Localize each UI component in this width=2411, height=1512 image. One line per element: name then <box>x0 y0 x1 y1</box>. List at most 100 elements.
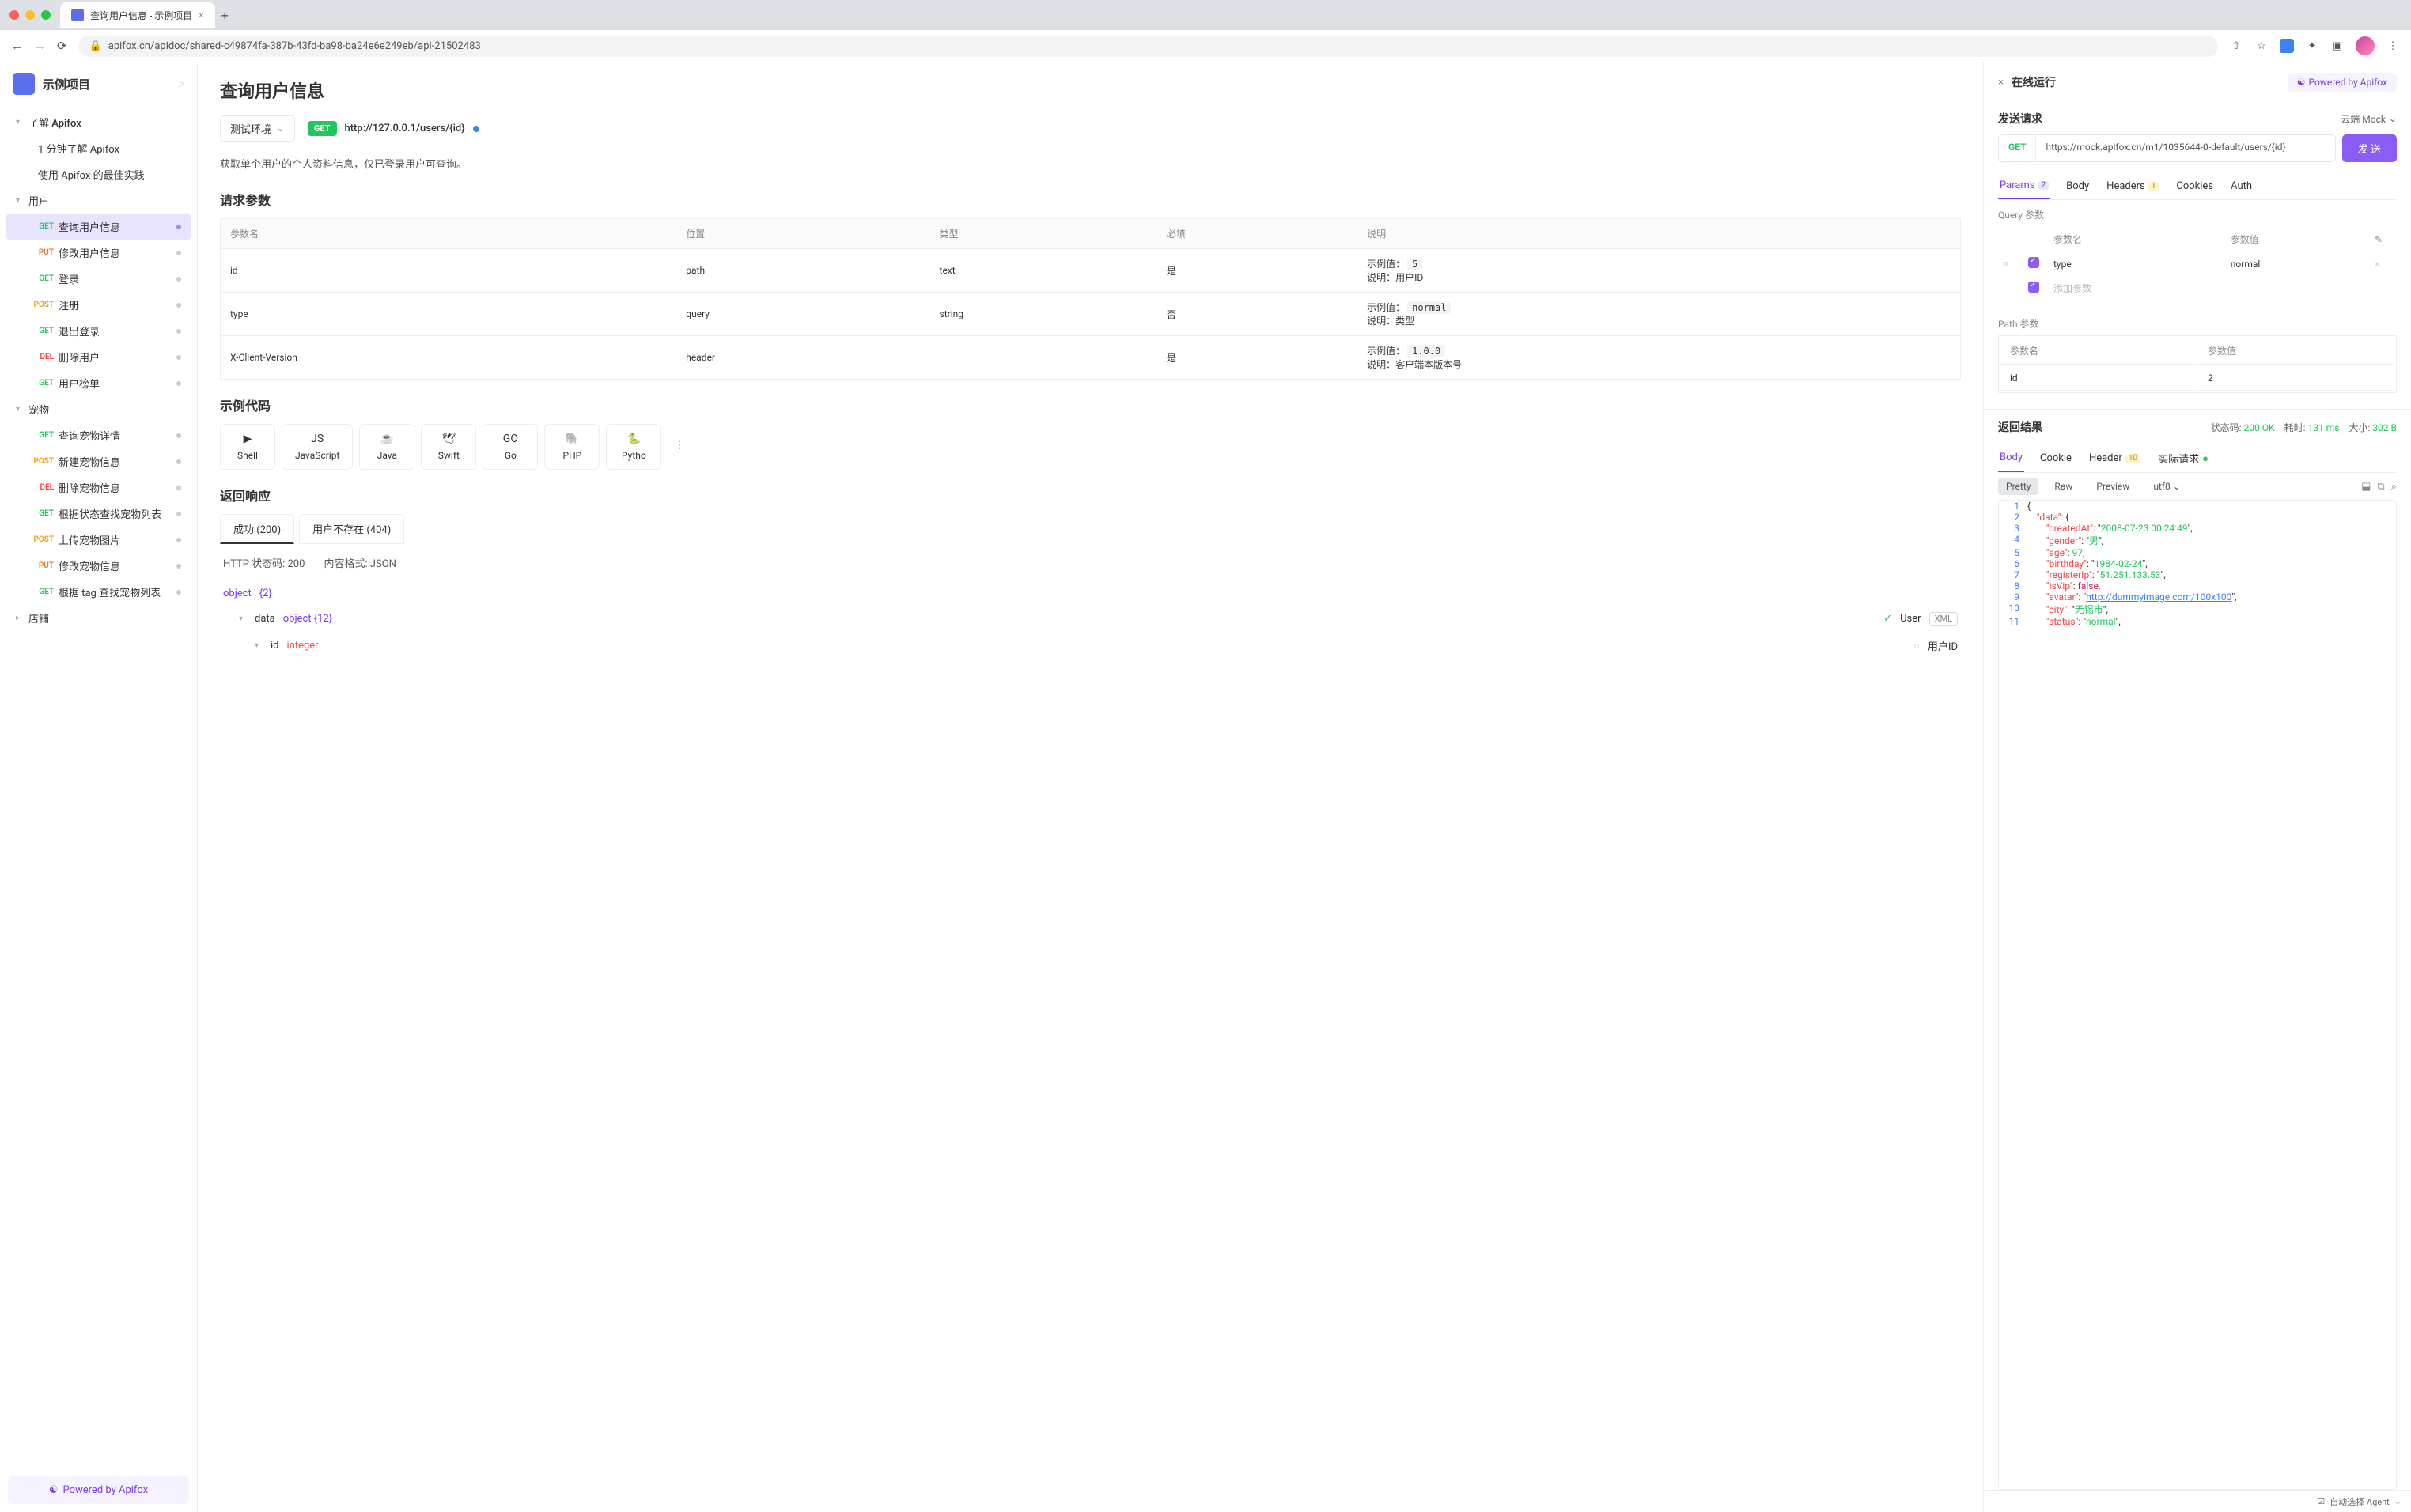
schema-row[interactable]: ▾data object {12}✓ UserXML <box>220 606 1961 632</box>
raw-button[interactable]: Raw <box>2046 478 2080 495</box>
tree-group[interactable]: ▾了解 Apifox <box>6 109 191 135</box>
powered-badge[interactable]: ☯ Powered by Apifox <box>2288 73 2397 92</box>
api-item[interactable]: PUT修改用户信息 <box>6 240 191 266</box>
code-lang-tab[interactable]: ▶Shell <box>220 424 275 470</box>
environment-select[interactable]: 测试环境 ⌄ <box>220 115 295 142</box>
doc-item[interactable]: 使用 Apifox 的最佳实践 <box>6 161 191 187</box>
http-status: HTTP 状态码: 200 <box>223 555 305 570</box>
request-method[interactable]: GET <box>1999 135 2036 161</box>
mock-select[interactable]: 云端 Mock ⌄ <box>2341 112 2397 126</box>
sidebar-footer[interactable]: ☯ Powered by Apifox <box>8 1476 189 1504</box>
minimize-window-button[interactable] <box>25 10 35 20</box>
api-item[interactable]: GET用户榜单 <box>6 370 191 396</box>
maximize-window-button[interactable] <box>41 10 51 20</box>
api-item[interactable]: DEL删除用户 <box>6 344 191 370</box>
send-request-label: 发送请求 <box>1998 111 2042 127</box>
footer-label: Powered by Apifox <box>62 1484 148 1496</box>
checkbox[interactable] <box>2028 257 2039 268</box>
close-runner-icon[interactable]: × <box>1998 77 2004 89</box>
close-tab-icon[interactable]: × <box>199 9 203 21</box>
api-item[interactable]: PUT修改宠物信息 <box>6 553 191 579</box>
api-item[interactable]: GET查询宠物详情 <box>6 422 191 448</box>
api-item[interactable]: POST注册 <box>6 292 191 318</box>
chevron-down-icon: ⌄ <box>2389 113 2397 124</box>
tree-group[interactable]: ▸店铺 <box>6 605 191 631</box>
code-lang-tab[interactable]: GOGo <box>483 424 538 470</box>
method-tag: GET <box>28 274 54 283</box>
doc-item[interactable]: 1 分钟了解 Apifox <box>6 135 191 161</box>
response-tab[interactable]: 用户不存在 (404) <box>299 514 404 544</box>
result-tab[interactable]: Body <box>1998 444 2024 472</box>
api-item[interactable]: GET登录 <box>6 266 191 292</box>
api-item[interactable]: POST新建宠物信息 <box>6 448 191 474</box>
json-viewer[interactable]: 1{2 "data": {3 "createdAt": "2008-07-23 … <box>1998 500 2397 1490</box>
result-tab[interactable]: Cookie <box>2038 444 2073 472</box>
api-item[interactable]: POST上传宠物图片 <box>6 527 191 553</box>
tree-group[interactable]: ▾宠物 <box>6 396 191 422</box>
delete-icon[interactable]: × <box>2375 259 2379 270</box>
query-row[interactable]: ≡typenormal× <box>2000 252 2395 275</box>
sidepanel-icon[interactable]: ▣ <box>2330 39 2345 53</box>
apifox-logo-icon: ☯ <box>2297 77 2306 88</box>
edit-icon[interactable]: ✎ <box>2375 234 2383 245</box>
menu-icon[interactable]: ⋮ <box>2386 39 2400 53</box>
reload-icon[interactable]: ⟳ <box>57 39 67 53</box>
code-lang-tab[interactable]: 🐍Pytho <box>606 424 661 470</box>
extension-icon[interactable] <box>2280 39 2294 53</box>
json-line: 4 "gender": "男", <box>1999 534 2396 547</box>
schema-row[interactable]: object {2} <box>220 581 1961 606</box>
send-button[interactable]: 发 送 <box>2342 134 2397 162</box>
lang-icon: JS <box>295 433 339 447</box>
code-lang-tab[interactable]: ☕Java <box>359 424 414 470</box>
encoding-select[interactable]: utf8 ⌄ <box>2145 478 2189 495</box>
tree-group[interactable]: ▾用户 <box>6 187 191 214</box>
query-row[interactable]: 添加参数 <box>2000 277 2395 300</box>
schema-row[interactable]: ▾id integer○ 用户ID <box>220 632 1961 660</box>
result-tab[interactable]: 实际请求 ● <box>2156 444 2210 472</box>
pretty-button[interactable]: Pretty <box>1998 478 2038 495</box>
api-item[interactable]: GET退出登录 <box>6 318 191 344</box>
agent-label[interactable]: 自动选择 Agent <box>2330 1495 2390 1508</box>
search-icon[interactable]: ⌕ <box>179 78 184 90</box>
search-body-icon[interactable]: ⌕ <box>2391 481 2397 493</box>
request-tab[interactable]: Auth <box>2229 173 2254 199</box>
bookmark-icon[interactable]: ☆ <box>2254 39 2269 53</box>
response-tab[interactable]: 成功 (200) <box>220 514 294 544</box>
request-tab[interactable]: Body <box>2065 173 2091 199</box>
preview-button[interactable]: Preview <box>2088 478 2137 495</box>
more-icon[interactable]: ⋮ <box>668 424 691 470</box>
chevron-down-icon[interactable]: ⌄ <box>2394 1496 2402 1506</box>
result-head: 返回结果 状态码: 200 OK 耗时: 131 ms 大小: 302 B <box>1984 410 2411 444</box>
path-row[interactable]: id2 <box>2000 366 2394 391</box>
puzzle-icon[interactable]: ✦ <box>2305 39 2319 53</box>
forward-icon[interactable]: → <box>34 39 46 53</box>
result-tab[interactable]: Header 10 <box>2087 444 2142 472</box>
method-tag: POST <box>28 301 54 309</box>
download-icon[interactable]: ⬓ <box>2361 481 2371 493</box>
back-icon[interactable]: ← <box>11 39 23 53</box>
request-tab[interactable]: Params 2 <box>1998 173 2050 199</box>
drag-handle-icon[interactable]: ≡ <box>2003 259 2008 270</box>
browser-tab[interactable]: 查询用户信息 - 示例项目 × <box>60 2 215 28</box>
lang-icon: ☕ <box>373 433 401 447</box>
api-item[interactable]: GET根据 tag 查找宠物列表 <box>6 579 191 605</box>
checkbox[interactable] <box>2028 282 2039 293</box>
request-tab[interactable]: Headers 1 <box>2105 173 2160 199</box>
api-item[interactable]: GET查询用户信息 <box>6 214 191 240</box>
profile-avatar[interactable] <box>2356 36 2375 55</box>
address-bar[interactable]: 🔒 apifox.cn/apidoc/shared-c49874fa-387b-… <box>78 36 2218 57</box>
chevron-icon: ▾ <box>255 641 263 650</box>
request-tab[interactable]: Cookies <box>2174 173 2215 199</box>
close-window-button[interactable] <box>9 10 19 20</box>
code-lang-tab[interactable]: 🕊Swift <box>421 424 476 470</box>
api-item[interactable]: DEL删除宠物信息 <box>6 474 191 501</box>
api-item[interactable]: GET根据状态查找宠物列表 <box>6 501 191 527</box>
col-name: 参数名 <box>221 219 677 249</box>
path-table: 参数名 参数值 id2 <box>1998 335 2397 393</box>
code-lang-tab[interactable]: 🐘PHP <box>544 424 600 470</box>
request-url[interactable]: https://mock.apifox.cn/m1/1035644-0-defa… <box>2036 135 2334 161</box>
code-lang-tab[interactable]: JSJavaScript <box>282 424 353 470</box>
copy-icon[interactable]: ⧉ <box>2377 481 2384 493</box>
new-tab-button[interactable]: + <box>221 8 229 23</box>
share-icon[interactable]: ⇧ <box>2229 39 2243 53</box>
